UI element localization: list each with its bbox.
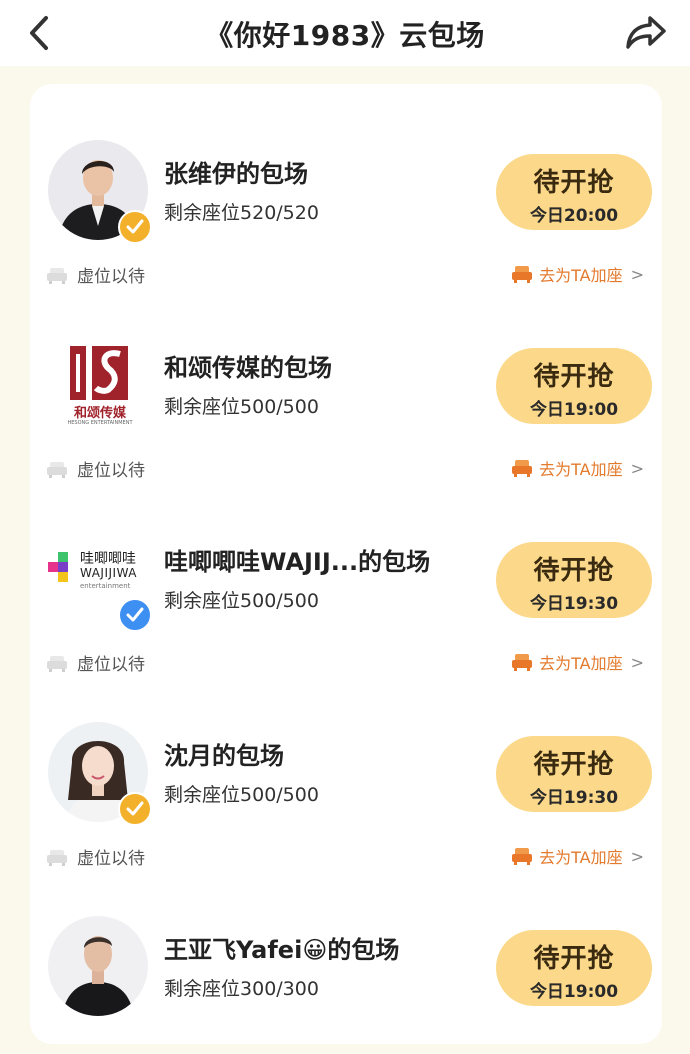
verified-badge: [118, 792, 152, 826]
showing-name[interactable]: 哇唧唧哇WAJIJ...的包场: [164, 542, 430, 577]
seats-value: 500/500: [240, 590, 319, 612]
seats-label: 剩余座位: [164, 784, 241, 806]
logo-subtext: HESONG ENTERTAINMENT: [67, 420, 133, 426]
seats-value: 500/500: [240, 784, 319, 806]
seats-value: 520/520: [240, 202, 319, 224]
share-arrow-icon: [626, 16, 666, 49]
logo-word: WAJIJIWA: [80, 566, 137, 580]
grab-ticket-button[interactable]: 待开抢 今日19:00: [496, 930, 652, 1006]
remaining-seats: 剩余座位500/500: [164, 392, 319, 419]
share-button[interactable]: [624, 12, 668, 52]
logo-subtext: entertainment: [80, 582, 131, 590]
list-item: 王亚飞Yafei😀的包场 剩余座位300/300 待开抢 今日19:00: [30, 860, 662, 1054]
list-item: 张维伊的包场 剩余座位520/520 待开抢 今日20:00 虚位以待 去为TA…: [30, 84, 662, 287]
seats-label: 剩余座位: [164, 202, 241, 224]
showing-name[interactable]: 沈月的包场: [164, 736, 284, 771]
logo-text: 哇唧唧哇: [80, 551, 136, 567]
button-time: 今日19:30: [529, 788, 619, 808]
grab-ticket-button[interactable]: 待开抢 今日19:30: [496, 736, 652, 812]
seats-label: 剩余座位: [164, 590, 241, 612]
remaining-seats: 剩余座位300/300: [164, 974, 319, 1001]
showing-name[interactable]: 张维伊的包场: [164, 154, 308, 189]
heson-logo[interactable]: 和颂传媒 HESONG ENTERTAINMENT: [50, 340, 150, 438]
page-title: 《你好1983》云包场: [205, 19, 485, 52]
button-label: 待开抢: [533, 168, 615, 198]
grab-ticket-button[interactable]: 待开抢 今日19:00: [496, 348, 652, 424]
list-item: 和颂传媒 HESONG ENTERTAINMENT 和颂传媒的包场 剩余座位50…: [30, 278, 662, 481]
remaining-seats: 剩余座位520/520: [164, 198, 319, 225]
check-icon: [126, 801, 144, 816]
verified-badge: [118, 598, 152, 632]
button-time: 今日19:30: [529, 594, 619, 614]
seats-value: 500/500: [240, 396, 319, 418]
grab-ticket-button[interactable]: 待开抢 今日20:00: [496, 154, 652, 230]
seats-label: 剩余座位: [164, 978, 241, 1000]
showing-list: 张维伊的包场 剩余座位520/520 待开抢 今日20:00 虚位以待 去为TA…: [30, 84, 662, 1044]
check-icon: [126, 219, 144, 234]
list-item: 沈月的包场 剩余座位500/500 待开抢 今日19:30 虚位以待 去为TA加…: [30, 666, 662, 869]
logo-text: 和颂传媒: [73, 406, 126, 421]
button-label: 待开抢: [533, 944, 615, 974]
button-time: 今日19:00: [529, 400, 619, 420]
list-item: 哇唧唧哇 WAJIJIWA entertainment 哇唧唧哇WAJIJ...…: [30, 472, 662, 675]
button-label: 待开抢: [533, 556, 615, 586]
remaining-seats: 剩余座位500/500: [164, 780, 319, 807]
check-icon: [126, 607, 144, 622]
showing-name[interactable]: 和颂传媒的包场: [164, 348, 332, 383]
top-bar: 《你好1983》云包场: [0, 0, 690, 66]
avatar[interactable]: [48, 916, 148, 1016]
seats-value: 300/300: [240, 978, 319, 1000]
button-label: 待开抢: [533, 750, 615, 780]
button-time: 今日20:00: [529, 206, 619, 226]
seats-label: 剩余座位: [164, 396, 241, 418]
remaining-seats: 剩余座位500/500: [164, 586, 319, 613]
showing-name[interactable]: 王亚飞Yafei😀的包场: [164, 930, 399, 965]
button-label: 待开抢: [533, 362, 615, 392]
button-time: 今日19:00: [529, 982, 619, 1002]
grab-ticket-button[interactable]: 待开抢 今日19:30: [496, 542, 652, 618]
verified-badge: [118, 210, 152, 244]
